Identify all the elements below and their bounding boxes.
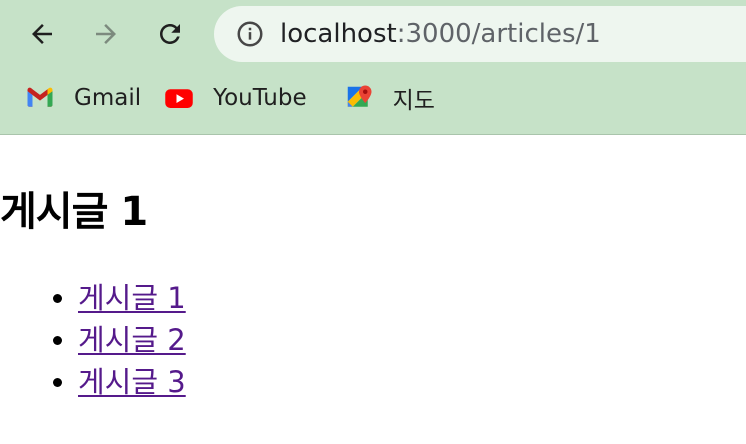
gmail-icon (24, 82, 56, 114)
address-bar[interactable]: localhost:3000/articles/1 (214, 6, 746, 62)
article-link-1[interactable]: 게시글 1 (78, 281, 186, 315)
list-item: 게시글 2 (78, 319, 186, 361)
back-button[interactable] (22, 14, 62, 54)
url-host: localhost (280, 19, 397, 49)
arrow-right-icon (96, 24, 116, 44)
page-title: 게시글 1 (0, 189, 148, 235)
bookmarks-bar: Gmail YouTube 지도 (0, 74, 449, 122)
bookmark-label: 지도 (392, 88, 435, 114)
url-path: :3000/articles/1 (396, 19, 601, 49)
list-item: 게시글 1 (78, 277, 186, 319)
arrow-left-icon (32, 24, 52, 44)
article-link-2[interactable]: 게시글 2 (78, 323, 186, 357)
youtube-icon (163, 82, 195, 114)
article-list: 게시글 1 게시글 2 게시글 3 (0, 277, 186, 403)
maps-icon (343, 82, 375, 114)
info-icon[interactable] (234, 18, 266, 50)
bookmark-youtube[interactable]: YouTube (155, 76, 321, 120)
page-content: 게시글 1 게시글 1 게시글 2 게시글 3 (0, 135, 746, 444)
bookmark-label: YouTube (213, 85, 307, 111)
bookmark-gmail[interactable]: Gmail (0, 76, 155, 120)
bookmark-maps[interactable]: 지도 (321, 76, 449, 120)
bookmark-label: Gmail (74, 85, 142, 111)
forward-button[interactable] (86, 14, 126, 54)
reload-button[interactable] (150, 14, 190, 54)
reload-icon (160, 24, 180, 44)
article-link-3[interactable]: 게시글 3 (78, 365, 186, 399)
list-item: 게시글 3 (78, 361, 186, 403)
browser-toolbar: localhost:3000/articles/1 Gmail YouTube … (0, 0, 746, 135)
url-text[interactable]: localhost:3000/articles/1 (280, 19, 601, 49)
